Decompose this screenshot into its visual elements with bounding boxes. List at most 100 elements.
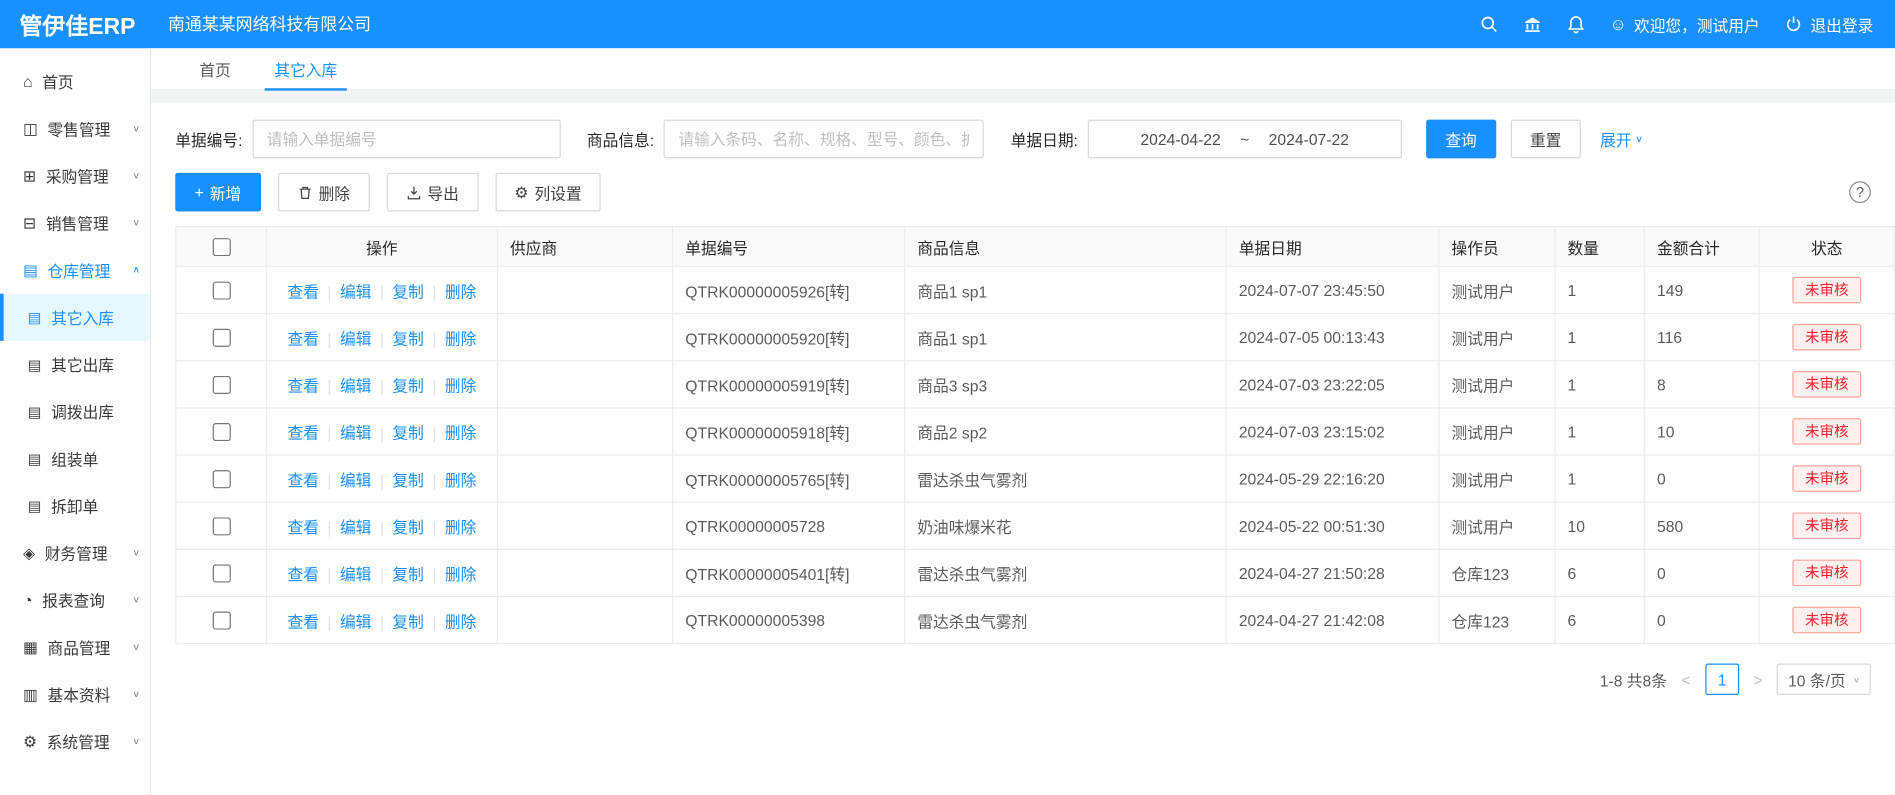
row-action-delete[interactable]: 删除 [445,329,476,347]
row-action-copy[interactable]: 复制 [392,565,423,583]
date-range-picker[interactable]: 2024-04-22 ~ 2024-07-22 [1088,120,1402,159]
row-action-view[interactable]: 查看 [287,565,318,583]
row-checkbox[interactable] [212,470,230,488]
sidebar-item-retail[interactable]: ◫零售管理∨ [0,105,150,152]
chevron-down-icon: ∨ [1635,133,1643,144]
sidebar-item-home[interactable]: ⌂首页 [0,58,150,105]
sidebar-subitem-assembly[interactable]: ▤组装单 [0,435,150,482]
tab-home[interactable]: 首页 [178,48,253,89]
row-action-delete[interactable]: 删除 [445,471,476,489]
add-button[interactable]: + 新增 [175,173,260,212]
row-action-view[interactable]: 查看 [287,376,318,394]
row-action-delete[interactable]: 删除 [445,282,476,300]
status-badge: 未审核 [1793,465,1861,493]
search-icon[interactable] [1479,15,1498,34]
search-button[interactable]: 查询 [1426,120,1496,159]
row-action-edit[interactable]: 编辑 [340,565,371,583]
row-action-view[interactable]: 查看 [287,612,318,630]
row-action-delete[interactable]: 删除 [445,612,476,630]
erp-app: 管伊佳ERP 南通某某网络科技有限公司 ☺ 欢迎您，测试用户 退出登录 [0,0,1895,795]
sidebar-item-warehouse[interactable]: ▤仓库管理∧ [0,247,150,294]
row-checkbox[interactable] [212,282,230,300]
row-checkbox[interactable] [212,423,230,441]
next-page-icon[interactable]: > [1751,670,1765,688]
sidebar-subitem-disassembly[interactable]: ▤拆卸单 [0,482,150,529]
col-amount: 金额合计 [1644,227,1759,267]
sidebar: ⌂首页◫零售管理∨⊞采购管理∨⊟销售管理∨▤仓库管理∧▤其它入库▤其它出库▤调拨… [0,48,151,795]
cell-operator: 测试用户 [1439,266,1555,313]
cell-amount: 0 [1644,596,1759,643]
logout-button[interactable]: 退出登录 [1784,13,1873,36]
sidebar-item-sales[interactable]: ⊟销售管理∨ [0,199,150,246]
row-action-edit[interactable]: 编辑 [340,329,371,347]
select-all-checkbox[interactable] [212,238,230,256]
table-row: 查看|编辑|复制|删除QTRK00000005920[转]商品1 sp12024… [176,314,1895,361]
row-checkbox[interactable] [212,329,230,347]
page-size-select[interactable]: 10 条/页 ∨ [1777,664,1871,695]
reset-button[interactable]: 重置 [1511,120,1581,159]
row-action-view[interactable]: 查看 [287,518,318,536]
row-checkbox[interactable] [212,376,230,394]
delete-button[interactable]: 删除 [278,173,370,212]
export-button[interactable]: 导出 [386,173,478,212]
inbound-table: 操作 供应商 单据编号 商品信息 单据日期 操作员 数量 金额合计 状态 查看|… [175,226,1895,644]
bank-icon[interactable] [1522,15,1541,34]
row-checkbox[interactable] [212,612,230,630]
row-action-delete[interactable]: 删除 [445,565,476,583]
row-action-view[interactable]: 查看 [287,329,318,347]
row-action-copy[interactable]: 复制 [392,329,423,347]
page-size-value: 10 条/页 [1788,668,1846,691]
action-separator: | [380,376,384,394]
sidebar-item-system[interactable]: ⚙系统管理∨ [0,718,150,765]
row-action-copy[interactable]: 复制 [392,376,423,394]
row-action-copy[interactable]: 复制 [392,424,423,442]
sidebar-subitem-transfer-out[interactable]: ▤调拨出库 [0,388,150,435]
order-no-input[interactable] [252,120,560,159]
sidebar-item-finance[interactable]: ◈财务管理∨ [0,529,150,576]
row-action-copy[interactable]: 复制 [392,282,423,300]
row-checkbox[interactable] [212,517,230,535]
row-action-edit[interactable]: 编辑 [340,376,371,394]
sidebar-subitem-label: 拆卸单 [51,494,98,517]
sidebar-item-goods[interactable]: ▦商品管理∨ [0,624,150,671]
product-info-input[interactable] [664,120,984,159]
row-checkbox[interactable] [212,564,230,582]
row-action-edit[interactable]: 编辑 [340,612,371,630]
tab-other-inbound[interactable]: 其它入库 [253,48,359,89]
table-row: 查看|编辑|复制|删除QTRK00000005926[转]商品1 sp12024… [176,266,1895,313]
row-action-view[interactable]: 查看 [287,424,318,442]
row-action-edit[interactable]: 编辑 [340,282,371,300]
row-action-view[interactable]: 查看 [287,282,318,300]
date-end: 2024-07-22 [1269,130,1349,148]
row-action-view[interactable]: 查看 [287,471,318,489]
sidebar-item-purchase[interactable]: ⊞采购管理∨ [0,152,150,199]
expand-link[interactable]: 展开 ∨ [1600,128,1643,151]
column-settings-button[interactable]: ⚙ 列设置 [495,173,601,212]
action-separator: | [327,518,331,536]
add-label: 新增 [210,181,241,204]
row-action-edit[interactable]: 编辑 [340,471,371,489]
row-action-delete[interactable]: 删除 [445,518,476,536]
prev-page-icon[interactable]: < [1679,670,1693,688]
sidebar-item-report[interactable]: ◔报表查询∨ [0,577,150,624]
row-action-edit[interactable]: 编辑 [340,424,371,442]
status-badge: 未审核 [1793,606,1861,634]
column-settings-label: 列设置 [535,181,582,204]
row-action-delete[interactable]: 删除 [445,376,476,394]
welcome-user[interactable]: ☺ 欢迎您，测试用户 [1609,13,1759,36]
row-action-copy[interactable]: 复制 [392,471,423,489]
sidebar-subitem-other-out[interactable]: ▤其它出库 [0,341,150,388]
row-action-copy[interactable]: 复制 [392,612,423,630]
bell-icon[interactable] [1566,15,1585,34]
help-icon[interactable]: ? [1849,181,1871,203]
row-action-delete[interactable]: 删除 [445,424,476,442]
sidebar-item-basicdata[interactable]: ▥基本资料∨ [0,671,150,718]
cell-product: 雷达杀虫气雾剂 [905,596,1226,643]
sidebar-subitem-other-in[interactable]: ▤其它入库 [0,294,150,341]
sidebar-item-label: 首页 [42,70,73,93]
row-action-edit[interactable]: 编辑 [340,518,371,536]
row-action-copy[interactable]: 复制 [392,518,423,536]
page-number-1[interactable]: 1 [1705,664,1739,695]
table-row: 查看|编辑|复制|删除QTRK00000005401[转]雷达杀虫气雾剂2024… [176,549,1895,596]
main-area: 首页 其它入库 单据编号: 商品信息: 单据日期: 2024-04-22 ~ 2… [151,48,1895,795]
